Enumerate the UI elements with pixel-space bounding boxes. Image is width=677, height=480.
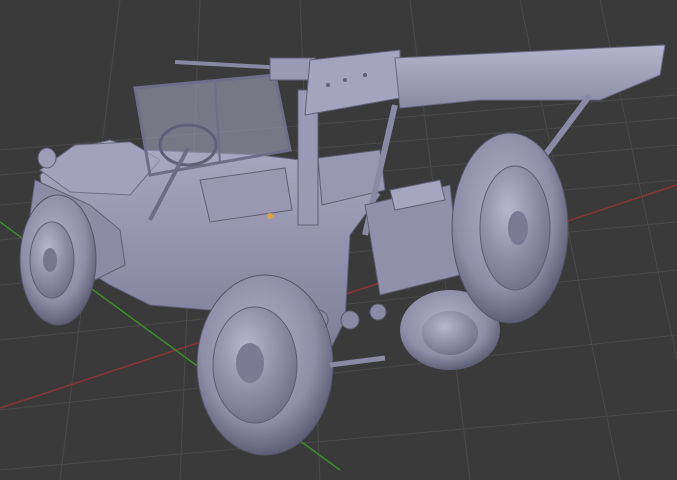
3d-viewport[interactable] <box>0 0 677 480</box>
object-origin-marker[interactable] <box>267 213 273 219</box>
headlight <box>37 147 57 169</box>
tail-light-3 <box>369 303 387 321</box>
tail-light-2 <box>340 310 360 330</box>
front-left-wheel <box>19 194 97 326</box>
spare-tire <box>451 132 569 324</box>
rear-left-wheel <box>196 274 334 456</box>
